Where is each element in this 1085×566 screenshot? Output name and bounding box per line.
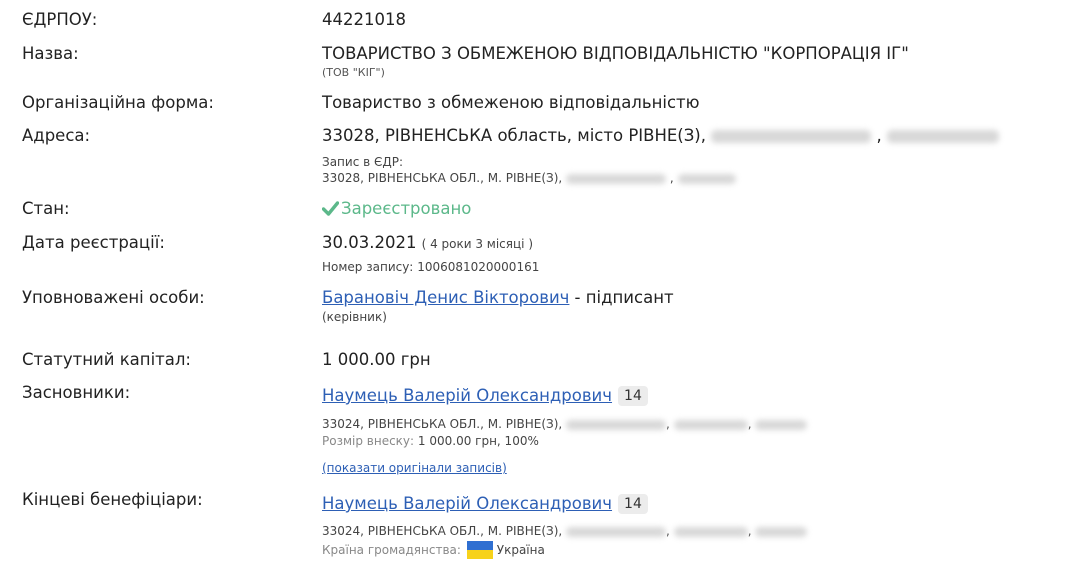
beneficiary-address: 33024, РІВНЕНСЬКА ОБЛ., М. РІВНЕ(З),: [322, 524, 563, 538]
beneficiary-redacted-2: [673, 526, 748, 537]
edr-address-line: 33028, РІВНЕНСЬКА ОБЛ., М. РІВНЕ(З), ,: [322, 171, 736, 185]
registration-age: ( 4 роки 3 місяці ): [421, 237, 533, 251]
flag-bottom: [466, 550, 493, 559]
beneficiaries-label: Кінцеві бенефіціари:: [22, 490, 203, 509]
citizenship-value: Україна: [496, 543, 545, 557]
flag-top: [466, 541, 493, 550]
capital-label: Статутний капітал:: [22, 350, 191, 369]
edrpou-value: 44221018: [322, 10, 406, 29]
show-original-records-link[interactable]: (показати оригінали записів): [322, 461, 507, 475]
founders-label: Засновники:: [22, 383, 131, 402]
ukraine-flag-icon: [466, 541, 493, 559]
founder-count-badge[interactable]: 14: [618, 386, 648, 406]
address-redacted-building: [887, 130, 999, 143]
address-label: Адреса:: [22, 126, 91, 145]
edr-comma: ,: [669, 171, 674, 185]
beneficiary-address-line: 33024, РІВНЕНСЬКА ОБЛ., М. РІВНЕ(З), , ,: [322, 524, 808, 538]
status-label: Стан:: [22, 199, 70, 218]
founder-redacted-1: [566, 419, 667, 430]
beneficiary-person-link[interactable]: Наумець Валерій Олександрович: [322, 494, 612, 513]
record-caption: Номер запису:: [322, 260, 414, 274]
contribution-value: 1 000.00 грн, 100%: [417, 434, 539, 448]
founder-person-line: Наумець Валерій Олександрович 14: [322, 386, 648, 406]
edr-address-value: 33028, РІВНЕНСЬКА ОБЛ., М. РІВНЕ(З),: [322, 171, 563, 185]
founder-address-line: 33024, РІВНЕНСЬКА ОБЛ., М. РІВНЕ(З), , ,: [322, 417, 808, 431]
edr-redacted-street: [566, 173, 667, 184]
authorized-role: - підписант: [574, 288, 674, 307]
registration-date-line: 30.03.2021 ( 4 роки 3 місяці ): [322, 233, 533, 252]
edr-caption: Запис в ЄДР:: [322, 155, 404, 169]
address-value: 33028, РІВНЕНСЬКА область, місто РІВНЕ(З…: [322, 126, 706, 145]
company-full-name: ТОВАРИСТВО З ОБМЕЖЕНОЮ ВІДПОВІДАЛЬНІСТЮ …: [322, 44, 909, 63]
beneficiary-count-badge[interactable]: 14: [618, 494, 648, 514]
org-form-label: Організаційна форма:: [22, 93, 214, 112]
authorized-person-line: Барановіч Денис Вікторович - підписант: [322, 288, 674, 307]
beneficiary-redacted-1: [566, 526, 667, 537]
founder-contribution-line: Розмір внеску: 1 000.00 грн, 100%: [322, 434, 539, 448]
check-icon: [322, 201, 339, 216]
status-badge: Зареєстровано: [322, 199, 471, 218]
address-comma: ,: [876, 126, 882, 145]
edrpou-label: ЄДРПОУ:: [22, 10, 98, 29]
founder-person-link[interactable]: Наумець Валерій Олександрович: [322, 386, 612, 405]
company-short-name: (ТОВ "КІГ"): [322, 66, 385, 79]
registration-date: 30.03.2021: [322, 233, 417, 252]
status-value: Зареєстровано: [341, 199, 472, 218]
capital-value: 1 000.00 грн: [322, 350, 431, 369]
org-form-value: Товариство з обмеженою відповідальністю: [322, 93, 700, 112]
founder-address: 33024, РІВНЕНСЬКА ОБЛ., М. РІВНЕ(З),: [322, 417, 563, 431]
record-number-line: Номер запису: 1006081020000161: [322, 260, 539, 274]
record-number: 1006081020000161: [417, 260, 540, 274]
contribution-caption: Розмір внеску:: [322, 434, 415, 448]
address-redacted-street: [711, 130, 872, 143]
name-label: Назва:: [22, 44, 79, 63]
edr-redacted-building: [677, 173, 736, 184]
address-value-line: 33028, РІВНЕНСЬКА область, місто РІВНЕ(З…: [322, 126, 999, 145]
founder-redacted-2: [673, 419, 748, 430]
registration-label: Дата реєстрації:: [22, 233, 165, 252]
citizenship-line: Країна громадянства: Україна: [322, 541, 545, 559]
beneficiary-redacted-3: [755, 526, 808, 537]
authorized-person-link[interactable]: Барановіч Денис Вікторович: [322, 288, 569, 307]
beneficiary-person-line: Наумець Валерій Олександрович 14: [322, 494, 648, 514]
citizenship-caption: Країна громадянства:: [322, 543, 461, 557]
authorized-position: (керівник): [322, 310, 387, 324]
founder-redacted-3: [755, 419, 808, 430]
authorized-label: Уповноважені особи:: [22, 288, 205, 307]
